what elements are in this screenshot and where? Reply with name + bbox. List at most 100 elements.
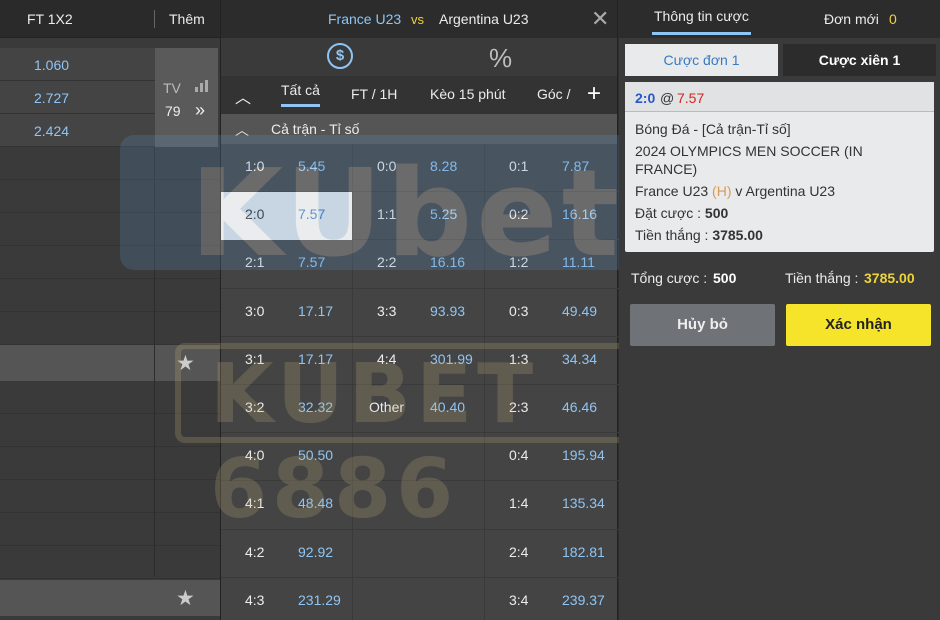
table-row: 4:0 50.50 0:4 195.94 (221, 433, 619, 482)
column-ft-1x2[interactable]: FT 1X2 (27, 11, 73, 27)
table-row: 1:0 5.45 0:0 8.28 0:1 7.87 (221, 144, 619, 193)
odds-value: 135.34 (562, 495, 605, 512)
odds-value: 16.16 (430, 254, 466, 271)
table-row (0, 513, 220, 546)
odds-cell-away[interactable]: 2.424 (0, 114, 155, 147)
score-odds-cell[interactable]: 1:4 135.34 (485, 481, 617, 529)
score-odds-cell[interactable]: 2:1 7.57 (221, 240, 353, 289)
section-label: Cả trận - Tỉ số (271, 121, 360, 137)
score-label: 1:1 (377, 206, 397, 223)
table-row: 4:2 92.92 2:4 182.81 (221, 529, 619, 578)
ticket-away: v Argentina U23 (735, 183, 835, 199)
market-panel: France U23 vs Argentina U23 ✕ $ % ︿ Tất … (220, 0, 619, 620)
score-odds-cell[interactable]: 3:0 17.17 (221, 288, 353, 337)
score-odds-cell[interactable]: 3:4 239.37 (485, 578, 617, 620)
more-markets-box[interactable]: TV 79 » (155, 48, 218, 147)
tab-bet-info[interactable]: Thông tin cược (652, 8, 751, 35)
money-icon[interactable]: $ (327, 43, 353, 69)
column-divider (154, 147, 155, 577)
ticket-at: @ (660, 90, 675, 106)
total-stake-value: 500 (713, 270, 737, 286)
score-odds-cell[interactable]: 4:4 301.99 (353, 336, 485, 385)
score-label: 1:2 (509, 254, 529, 271)
score-odds-cell[interactable]: 1:0 5.45 (221, 144, 353, 192)
score-odds-cell[interactable]: 2:2 16.16 (353, 240, 485, 289)
league-row[interactable]: ★ (0, 345, 220, 381)
score-odds-cell[interactable]: Other 40.40 (353, 384, 485, 433)
odds-value: 11.11 (562, 254, 595, 271)
table-row (0, 447, 220, 480)
table-row (0, 312, 220, 345)
odds-value: 5.45 (298, 158, 326, 174)
score-odds-cell[interactable]: 3:1 17.17 (221, 336, 353, 385)
tab-all[interactable]: Tất cả (281, 82, 320, 107)
stake-label: Đặt cược : (635, 205, 702, 221)
tab-single-bet[interactable]: Cược đơn 1 (625, 44, 778, 76)
score-odds-cell[interactable]: 0:4 195.94 (485, 433, 617, 481)
tv-icon[interactable]: TV (163, 80, 181, 96)
table-row (0, 414, 220, 447)
collapse-chevron-icon[interactable]: ︿ (235, 120, 249, 140)
new-bets-count: 0 (889, 11, 897, 27)
tab-parlay-bet[interactable]: Cược xiên 1 (783, 44, 936, 76)
home-team: France U23 (328, 11, 402, 27)
score-odds-cell[interactable]: 1:3 34.34 (485, 337, 617, 385)
odds-cell-home[interactable]: 1.060 (0, 48, 155, 81)
odds-value: 1.060 (34, 57, 70, 73)
tab-corners[interactable]: Góc / (537, 86, 570, 102)
table-row (0, 147, 220, 180)
score-odds-cell[interactable]: 4:1 48.48 (221, 481, 353, 530)
score-odds-cell[interactable]: 4:0 50.50 (221, 433, 353, 482)
odds-value: 32.32 (298, 398, 334, 415)
percent-icon[interactable]: % (489, 43, 512, 74)
stats-icon[interactable] (195, 80, 209, 92)
odds-value: 7.87 (562, 158, 590, 174)
total-win-label: Tiền thắng : (785, 270, 859, 286)
add-tab-icon[interactable]: + (587, 80, 601, 108)
table-row (0, 480, 220, 513)
score-odds-cell[interactable]: 2:0 7.57 (221, 192, 353, 241)
score-odds-cell[interactable]: 4:2 92.92 (221, 529, 353, 578)
score-odds-cell[interactable]: 0:3 49.49 (485, 289, 617, 337)
tab-ft-1h[interactable]: FT / 1H (351, 86, 397, 102)
bet-ticket: 2:0 @ 7.57 Bóng Đá - [Cả trận-Tỉ số] 202… (625, 82, 934, 252)
score-odds-cell[interactable]: 1:1 5.25 (353, 192, 485, 241)
table-row (0, 213, 220, 246)
league-row[interactable]: ★ (0, 580, 220, 616)
score-odds-cell[interactable]: 0:0 8.28 (353, 144, 485, 192)
score-odds-cell[interactable]: 3:3 93.93 (353, 288, 485, 337)
section-correct-score[interactable]: ︿ Cả trận - Tỉ số (221, 114, 617, 144)
score-label: 3:4 (509, 591, 529, 608)
close-icon[interactable]: ✕ (591, 6, 609, 32)
confirm-button[interactable]: Xác nhận (786, 304, 931, 346)
score-odds-cell[interactable]: 1:2 11.11 (485, 240, 617, 288)
score-odds-cell[interactable]: 3:2 32.32 (221, 384, 353, 433)
collapse-chevron-icon[interactable]: ︿ (235, 84, 251, 108)
score-odds-cell[interactable]: 0:1 7.87 (485, 144, 617, 192)
vs-label: vs (411, 12, 424, 27)
odds-value: 231.29 (298, 591, 341, 608)
score-odds-cell[interactable]: 4:3 231.29 (221, 577, 353, 620)
score-odds-cell[interactable]: 0:2 16.16 (485, 192, 617, 240)
table-row (0, 246, 220, 279)
cancel-button[interactable]: Hủy bỏ (630, 304, 775, 346)
ticket-win: Tiền thắng : 3785.00 (635, 226, 924, 244)
favorite-star-icon[interactable]: ★ (176, 586, 195, 611)
favorite-star-icon[interactable]: ★ (176, 351, 195, 376)
score-odds-cell[interactable]: 2:4 182.81 (485, 530, 617, 578)
table-row: 2:0 7.57 1:1 5.25 0:2 16.16 (221, 192, 619, 241)
table-row: 3:0 17.17 3:3 93.93 0:3 49.49 (221, 288, 619, 337)
ticket-selection: 2:0 @ 7.57 (625, 82, 934, 112)
odds-value: 2.424 (34, 123, 70, 139)
more-arrow-icon[interactable]: » (195, 100, 205, 121)
score-label: 4:3 (245, 591, 265, 608)
table-row: 3:1 17.17 4:4 301.99 1:3 34.34 (221, 336, 619, 385)
ticket-score: 2:0 (635, 90, 656, 106)
tab-15-min[interactable]: Kèo 15 phút (430, 86, 506, 102)
column-more[interactable]: Thêm (169, 11, 205, 27)
empty-cell (353, 433, 485, 482)
odds-cell-draw[interactable]: 2.727 (0, 81, 155, 114)
score-odds-cell[interactable]: 2:3 46.46 (485, 385, 617, 433)
tab-new-bets[interactable]: Đơn mới (824, 11, 879, 27)
table-row (0, 180, 220, 213)
